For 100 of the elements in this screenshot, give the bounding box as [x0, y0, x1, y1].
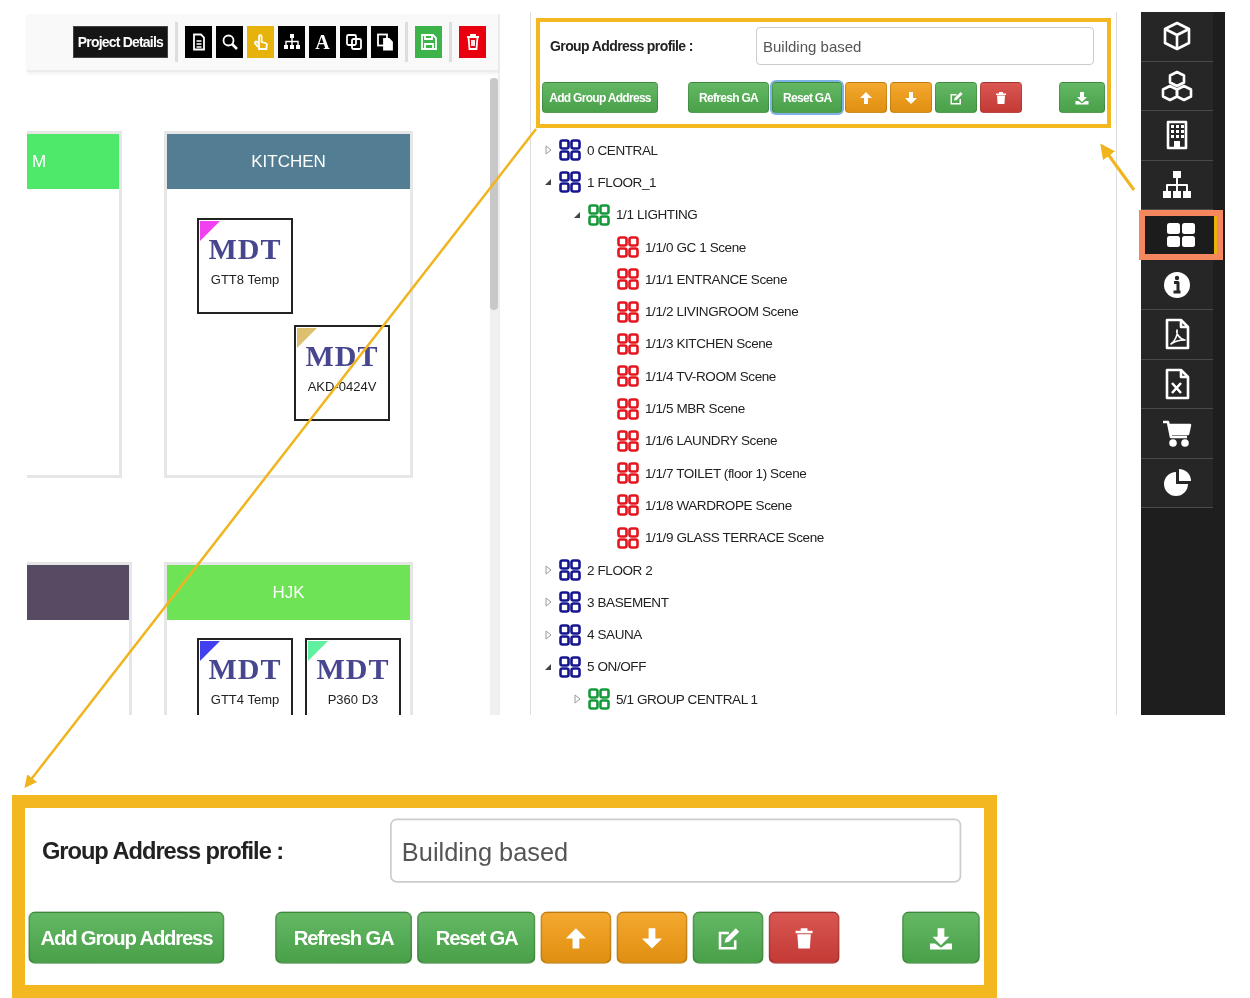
profile-field[interactable]: Building based	[390, 818, 962, 883]
tree-item[interactable]: 1/1/5 MBR Scene	[645, 401, 745, 416]
tree-item[interactable]: 1 FLOOR_1	[587, 174, 657, 190]
save-button[interactable]	[415, 26, 442, 58]
toolbar-button[interactable]	[216, 26, 243, 58]
sidebar-button[interactable]	[1139, 210, 1223, 261]
device-logo: MDT	[316, 654, 390, 684]
trash-icon	[994, 90, 1009, 105]
scrollbar[interactable]	[490, 78, 498, 715]
arrow-down-icon	[904, 90, 919, 105]
cubes-icon	[1161, 69, 1193, 102]
sidebar-button[interactable]	[1141, 260, 1213, 310]
sidebar-button[interactable]	[1141, 409, 1213, 459]
device-name: P360 D3	[327, 692, 379, 707]
tree-item[interactable]: 1/1/3 KITCHEN Scene	[645, 336, 773, 352]
tree-item[interactable]: 1/1/8 WARDROPE Scene	[645, 497, 792, 513]
profile-label: Group Address profile :	[40, 836, 285, 867]
group-address-icon	[559, 559, 581, 581]
collapsed-caret-icon[interactable]	[544, 597, 552, 608]
edit-button[interactable]	[693, 911, 765, 964]
toolbar-button[interactable]: A	[309, 26, 336, 58]
save-icon	[419, 33, 438, 51]
toolbar-button[interactable]	[371, 26, 398, 58]
group-address-icon	[588, 203, 610, 226]
group-address-icon	[617, 236, 639, 259]
search-icon	[220, 33, 239, 51]
up-button[interactable]	[541, 911, 613, 964]
collapsed-caret-icon[interactable]	[573, 694, 581, 705]
delete-button[interactable]	[980, 82, 1023, 113]
room-name: M	[32, 151, 47, 172]
group-address-icon	[617, 429, 639, 452]
copy-icon	[344, 33, 363, 51]
tree-item[interactable]: 0 CENTRAL	[587, 142, 658, 158]
pointing-hand-icon	[251, 33, 270, 51]
tree-item[interactable]: 2 FLOOR 2	[587, 562, 653, 578]
up-button[interactable]	[845, 82, 888, 113]
profile-label: Group Address profile :	[549, 37, 694, 56]
group-address-icon	[617, 526, 639, 549]
tree-item[interactable]: 3 BASEMENT	[587, 594, 669, 610]
callout-arrow	[1100, 143, 1136, 191]
expanded-caret-icon[interactable]	[544, 662, 552, 671]
tree-item[interactable]: 1/1/4 TV-ROOM Scene	[645, 368, 776, 384]
toolbar-button[interactable]	[340, 26, 367, 58]
edit-button[interactable]	[935, 82, 978, 113]
cube-icon	[1161, 20, 1193, 53]
expanded-caret-icon[interactable]	[573, 210, 581, 219]
group-address-icon	[559, 623, 581, 646]
tree-item[interactable]: 1/1/6 LAUNDRY Scene	[645, 433, 778, 449]
download-button[interactable]	[902, 911, 980, 964]
sidebar-button[interactable]	[1141, 61, 1213, 112]
group-address-icon	[559, 171, 581, 194]
tree-item[interactable]: 1/1/7 TOILET (floor 1) Scene	[645, 465, 807, 481]
sidebar-button[interactable]	[1141, 359, 1213, 410]
delete-button[interactable]	[769, 911, 841, 964]
group-address-icon	[617, 300, 639, 323]
tree-item[interactable]: 5 ON/OFF	[587, 659, 647, 675]
group-address-icon	[559, 591, 581, 614]
collapsed-caret-icon[interactable]	[544, 565, 552, 575]
paste-icon	[375, 33, 394, 51]
group-address-icon	[617, 397, 639, 420]
tree-item[interactable]: 4 SAUNA	[587, 627, 642, 643]
tree-item[interactable]: 1/1/9 GLASS TERRACE Scene	[645, 530, 824, 546]
device-tile[interactable]: MDT GTT8 Temp	[197, 218, 293, 314]
sidebar-button[interactable]	[1141, 309, 1213, 360]
room-name: KITCHEN	[251, 151, 326, 172]
group-address-icon	[559, 655, 581, 678]
tree-item[interactable]: 1/1/1 ENTRANCE Scene	[645, 271, 788, 287]
group-address-icon	[617, 365, 639, 388]
arrow-down-icon	[640, 925, 665, 950]
collapsed-caret-icon[interactable]	[544, 145, 552, 156]
toolbar-button[interactable]	[278, 26, 305, 58]
device-tile[interactable]: MDT GTT4 Temp	[197, 638, 293, 715]
sidebar-button[interactable]	[1141, 12, 1213, 62]
tree-item[interactable]: 1/1/0 GC 1 Scene	[645, 239, 746, 255]
down-button[interactable]	[617, 911, 689, 964]
download-icon	[929, 925, 953, 950]
group-address-icon	[617, 494, 639, 517]
group-address-icon	[617, 462, 639, 485]
edit-icon	[949, 90, 964, 105]
project-details-button[interactable]: Project Details	[72, 26, 168, 58]
collapsed-caret-icon[interactable]	[544, 629, 552, 640]
tree-item[interactable]: 1/1/2 LIVINGROOM Scene	[645, 304, 799, 320]
device-tile[interactable]: MDT P360 D3	[305, 638, 401, 715]
delete-button[interactable]	[459, 26, 486, 58]
toolbar-button[interactable]	[185, 26, 212, 58]
sidebar-button[interactable]	[1141, 111, 1213, 161]
download-button[interactable]	[1059, 82, 1105, 113]
group-address-icon	[588, 688, 610, 711]
group-address-icon	[617, 268, 639, 291]
device-logo: MDT	[208, 654, 282, 684]
tree-item[interactable]: 1/1 LIGHTING	[616, 207, 698, 223]
expanded-caret-icon[interactable]	[544, 178, 552, 187]
profile-field[interactable]: Building based	[756, 27, 1094, 65]
sidebar-button[interactable]	[1141, 160, 1213, 211]
tree-item[interactable]: 5/1 GROUP CENTRAL 1	[616, 691, 758, 707]
sidebar-button[interactable]	[1141, 458, 1213, 509]
room-card[interactable]: HJK MDT GTT4 Temp MDT P360 D3	[164, 562, 413, 715]
room-name: HJK	[272, 582, 305, 603]
arrow-up-icon	[859, 90, 874, 105]
down-button[interactable]	[890, 82, 933, 113]
